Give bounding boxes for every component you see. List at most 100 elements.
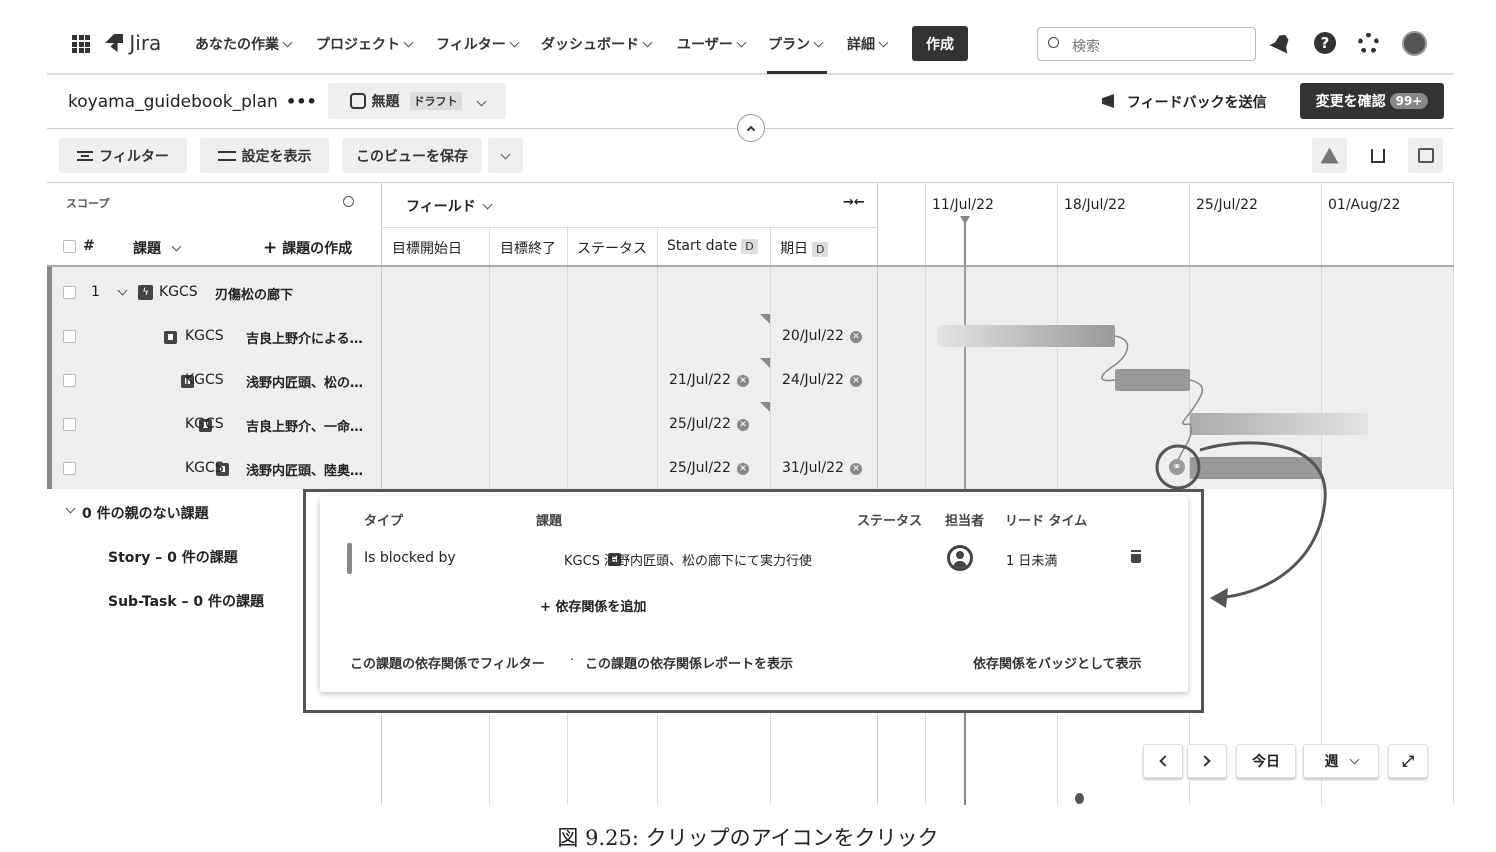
- add-date-button[interactable]: [1408, 138, 1443, 173]
- save-view-dropdown[interactable]: [488, 138, 523, 173]
- chevron-right-icon: [1199, 755, 1211, 767]
- nav-filters[interactable]: フィルター: [436, 34, 520, 54]
- clear-icon[interactable]: ✕: [736, 375, 749, 387]
- clear-icon[interactable]: ✕: [849, 331, 862, 343]
- review-changes-button[interactable]: 変更を確認 99+: [1300, 83, 1444, 119]
- warnings-button[interactable]: [1312, 138, 1347, 173]
- nav-projects[interactable]: プロジェクト: [316, 34, 414, 54]
- scope-search-icon[interactable]: [343, 196, 354, 207]
- search-input[interactable]: 検索: [1037, 27, 1256, 61]
- nav-more[interactable]: 詳細: [847, 34, 889, 54]
- settings-gear-icon[interactable]: [1358, 33, 1379, 54]
- today-button[interactable]: 今日: [1236, 744, 1296, 778]
- delete-icon[interactable]: [1131, 552, 1141, 563]
- chevron-down-icon: [282, 37, 293, 48]
- fields-header-line: [381, 227, 878, 228]
- issue-key[interactable]: KGCS: [185, 416, 224, 432]
- col-start-date[interactable]: Start date D: [667, 238, 758, 254]
- issue-summary[interactable]: 吉良上野介による…: [246, 328, 363, 347]
- popup-header-issue: 課題: [536, 514, 563, 529]
- chevron-down-icon: [476, 96, 486, 106]
- issue-summary[interactable]: 吉良上野介、一命…: [246, 416, 363, 435]
- issue-summary[interactable]: 浅野内匠頭、陸奥…: [246, 460, 363, 479]
- collapse-header-button[interactable]: [737, 114, 765, 142]
- col-status[interactable]: ステータス: [577, 238, 647, 258]
- issue-key[interactable]: KGCS: [159, 284, 198, 300]
- clear-icon[interactable]: ✕: [849, 375, 862, 387]
- due-date[interactable]: 31/Jul/22 ✕: [782, 460, 862, 476]
- col-issue[interactable]: 課題: [133, 238, 182, 258]
- view-settings-button[interactable]: 設定を表示: [200, 138, 329, 173]
- timeline-date: 18/Jul/22: [1064, 197, 1126, 213]
- issue-key[interactable]: KGCS: [185, 328, 224, 344]
- chevron-down-icon: [482, 199, 493, 210]
- start-date[interactable]: 21/Jul/22 ✕: [669, 372, 749, 388]
- chevron-down-icon: [403, 37, 414, 48]
- col-target-end[interactable]: 目標終了: [500, 238, 556, 258]
- clear-icon[interactable]: ✕: [736, 419, 749, 431]
- fullscreen-button[interactable]: ⤢: [1388, 744, 1428, 778]
- filter-by-dependencies-link[interactable]: この課題の依存関係でフィルター: [350, 653, 545, 672]
- jira-logo[interactable]: Jira: [105, 31, 161, 55]
- chevron-down-icon: [509, 37, 520, 48]
- calendar-add-icon: [1417, 148, 1434, 163]
- row-checkbox[interactable]: [63, 330, 76, 343]
- save-view-button[interactable]: このビューを保存: [342, 138, 482, 173]
- row-checkbox[interactable]: [63, 418, 76, 431]
- expand-chevron-icon[interactable]: [117, 285, 128, 301]
- col-target-start[interactable]: 目標開始日: [392, 238, 462, 258]
- chevron-down-icon: [813, 37, 824, 48]
- show-as-badge-link[interactable]: 依存関係をバッジとして表示: [973, 653, 1142, 672]
- issue-key[interactable]: KGCS: [185, 460, 224, 476]
- nav-dashboards[interactable]: ダッシュボード: [541, 34, 653, 54]
- issue-key[interactable]: KGCS: [185, 372, 224, 388]
- due-date[interactable]: 24/Jul/22 ✕: [782, 372, 862, 388]
- week-selector[interactable]: 週: [1303, 744, 1379, 778]
- help-icon[interactable]: ?: [1314, 32, 1336, 54]
- row-number: 1: [91, 284, 100, 300]
- dependency-issue[interactable]: KGCS 浅野内匠頭、松の廊下にて実力行使: [564, 550, 812, 569]
- row-checkbox[interactable]: [63, 374, 76, 387]
- col-number: #: [83, 238, 95, 254]
- chevron-down-icon: [1349, 754, 1359, 765]
- orphan-subtask[interactable]: Sub-Task – 0 件の課題: [108, 591, 264, 611]
- dependency-link-icon[interactable]: ⚭: [1169, 459, 1185, 475]
- epic-icon: ϟ: [138, 285, 153, 300]
- start-date[interactable]: 25/Jul/22 ✕: [669, 416, 749, 432]
- user-avatar[interactable]: [1402, 31, 1427, 56]
- issue-summary[interactable]: 浅野内匠頭、松の…: [246, 372, 363, 391]
- share-button[interactable]: [1360, 138, 1395, 173]
- orphan-story[interactable]: Story – 0 件の課題: [108, 547, 238, 567]
- create-issue-button[interactable]: + 課題の作成: [263, 238, 352, 258]
- collapse-fields-icon[interactable]: →←: [843, 195, 865, 210]
- dependency-report-link[interactable]: この課題の依存関係レポートを表示: [585, 653, 793, 672]
- nav-users[interactable]: ユーザー: [677, 34, 747, 54]
- add-dependency-button[interactable]: + 依存関係を追加: [540, 596, 646, 615]
- col-due-date[interactable]: 期日 D: [780, 238, 829, 258]
- due-date[interactable]: 20/Jul/22 ✕: [782, 328, 862, 344]
- select-all-checkbox[interactable]: [63, 240, 76, 253]
- scenario-selector[interactable]: 無題 ドラフト: [328, 83, 506, 119]
- start-date[interactable]: 25/Jul/22 ✕: [669, 460, 749, 476]
- row-checkbox[interactable]: [63, 286, 76, 299]
- row-checkbox[interactable]: [63, 462, 76, 475]
- timeline-bar[interactable]: [937, 325, 1115, 347]
- next-button[interactable]: [1187, 744, 1227, 778]
- feedback-button[interactable]: フィードバックを送信: [1102, 92, 1267, 112]
- filter-button[interactable]: フィルター: [59, 138, 187, 173]
- nav-your-work[interactable]: あなたの作業: [195, 34, 293, 54]
- app-switcher-icon[interactable]: [72, 35, 90, 53]
- plan-more-button[interactable]: •••: [286, 92, 317, 111]
- prev-button[interactable]: [1143, 744, 1183, 778]
- toolbar-divider: [47, 182, 1454, 183]
- clear-icon[interactable]: ✕: [849, 463, 862, 475]
- create-button[interactable]: 作成: [912, 26, 968, 61]
- clear-icon[interactable]: ✕: [736, 463, 749, 475]
- dependency-type[interactable]: Is blocked by: [364, 550, 456, 566]
- nav-plans[interactable]: プラン: [768, 34, 824, 54]
- scroll-handle[interactable]: [1075, 793, 1084, 804]
- issue-summary[interactable]: 刃傷松の廊下: [215, 284, 293, 303]
- orphan-issues-group[interactable]: 0 件の親のない課題: [65, 503, 209, 523]
- fields-dropdown[interactable]: フィールド: [406, 196, 493, 216]
- chevron-down-icon: [642, 37, 653, 48]
